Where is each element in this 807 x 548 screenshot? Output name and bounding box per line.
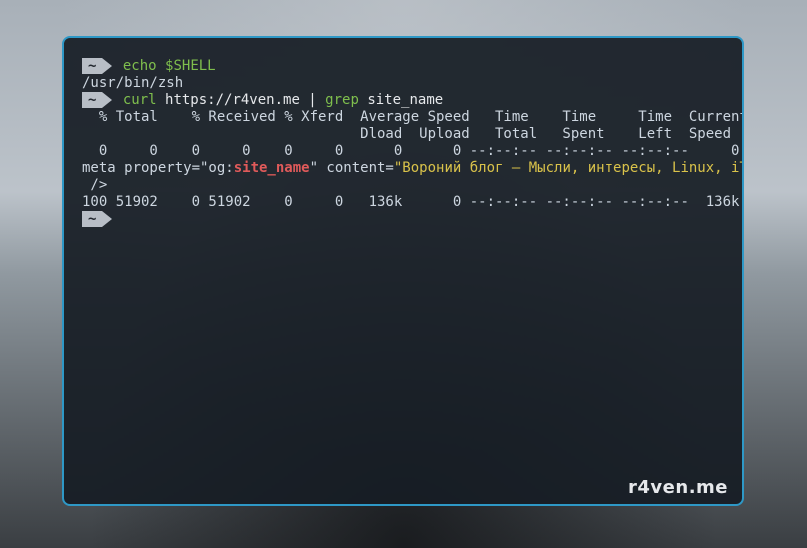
prompt-line-2: ~ curl https://r4ven.me | grep site_name [82, 92, 724, 109]
meta-post: /> [82, 177, 724, 194]
prompt-arrow-icon [102, 58, 112, 74]
cmd-grep: grep [325, 92, 359, 108]
watermark-text: r4ven.me [628, 479, 728, 496]
prompt-arrow-icon [102, 92, 112, 108]
cmd-shell-var: $SHELL [165, 58, 216, 74]
cmd-echo: echo [123, 58, 157, 74]
grep-match-highlight: site_name [234, 160, 310, 176]
prompt-badge: ~ [82, 92, 112, 108]
prompt-badge: ~ [82, 58, 112, 74]
prompt-home: ~ [82, 211, 102, 227]
prompt-home: ~ [82, 92, 102, 108]
cmd-curl: curl [123, 92, 157, 108]
prompt-line-3[interactable]: ~ [82, 211, 724, 228]
curl-header-2: Dload Upload Total Spent Left Speed [82, 126, 724, 143]
cmd-url: https://r4ven.me | [157, 92, 326, 108]
prompt-badge: ~ [82, 211, 112, 227]
meta-mid: " content= [310, 160, 394, 176]
curl-row-1: 0 0 0 0 0 0 0 0 --:--:-- --:--:-- --:--:… [82, 143, 724, 160]
prompt-line-1: ~ echo $SHELL [82, 58, 724, 75]
meta-pre: meta property="og: [82, 160, 234, 176]
meta-content-string: "Вороний блог – Мысли, интересы, Linux, … [394, 160, 744, 176]
prompt-home: ~ [82, 58, 102, 74]
prompt-arrow-icon [102, 211, 112, 227]
output-shell-path: /usr/bin/zsh [82, 75, 724, 92]
grep-output-line: meta property="og:site_name" content="Во… [82, 160, 724, 177]
curl-row-2: 100 51902 0 51902 0 0 136k 0 --:--:-- --… [82, 194, 724, 211]
cmd-grep-arg: site_name [359, 92, 443, 108]
curl-header-1: % Total % Received % Xferd Average Speed… [82, 109, 724, 126]
terminal-window[interactable]: ~ echo $SHELL /usr/bin/zsh ~ curl https:… [62, 36, 744, 506]
